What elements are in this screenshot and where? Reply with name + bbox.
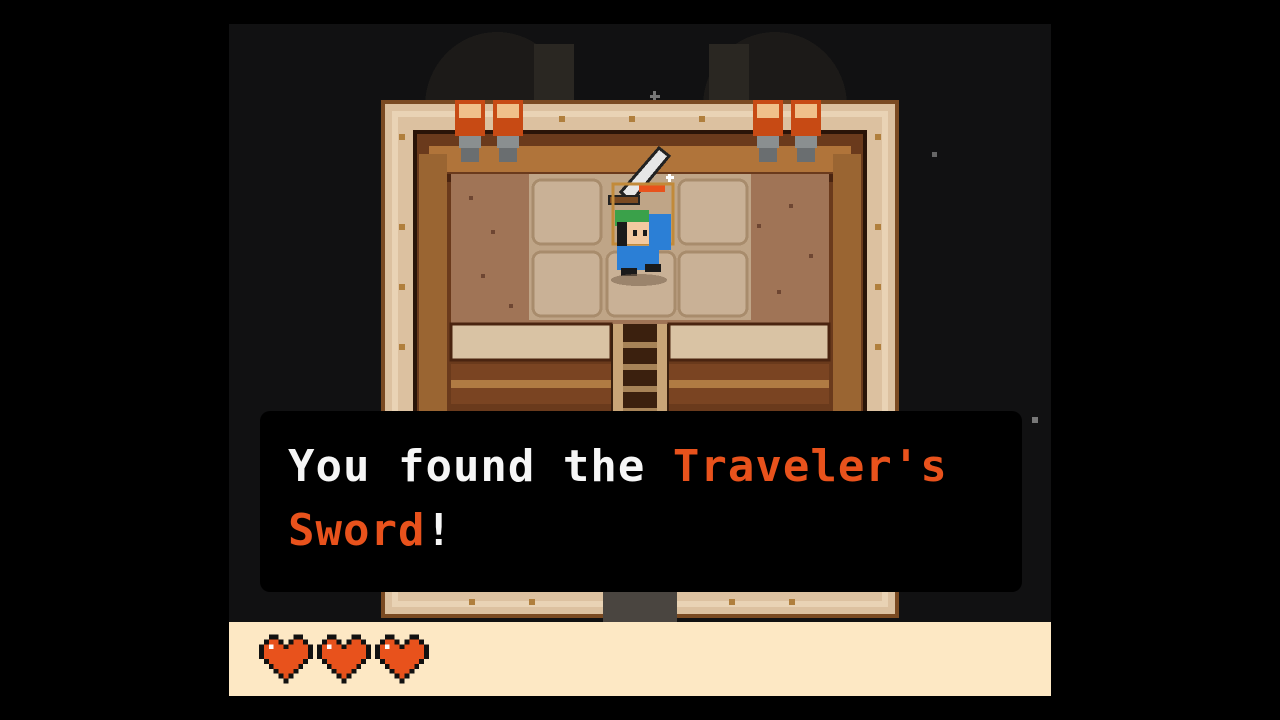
ledge-left <box>449 322 613 362</box>
heart-icon <box>259 634 313 684</box>
star-speck <box>932 152 937 157</box>
step-line <box>451 380 611 388</box>
dialog-prefix: You found the <box>288 441 673 492</box>
ledge-right <box>667 322 831 362</box>
ladder-rail <box>613 324 623 416</box>
star-speck <box>653 91 656 101</box>
dialog-suffix: ! <box>425 505 453 556</box>
dialog-text: You found the Traveler's Sword! <box>288 435 988 563</box>
hud-bar <box>229 622 1051 696</box>
step-line <box>669 380 829 388</box>
heart-icon <box>375 634 429 684</box>
hearts-meter <box>259 634 429 686</box>
ladder-rail <box>657 324 667 416</box>
star-speck <box>1032 417 1038 423</box>
dialog-box[interactable]: You found the Traveler's Sword! <box>260 411 1022 592</box>
game-screen: You found the Traveler's Sword! <box>229 24 1051 696</box>
heart-icon <box>317 634 371 684</box>
